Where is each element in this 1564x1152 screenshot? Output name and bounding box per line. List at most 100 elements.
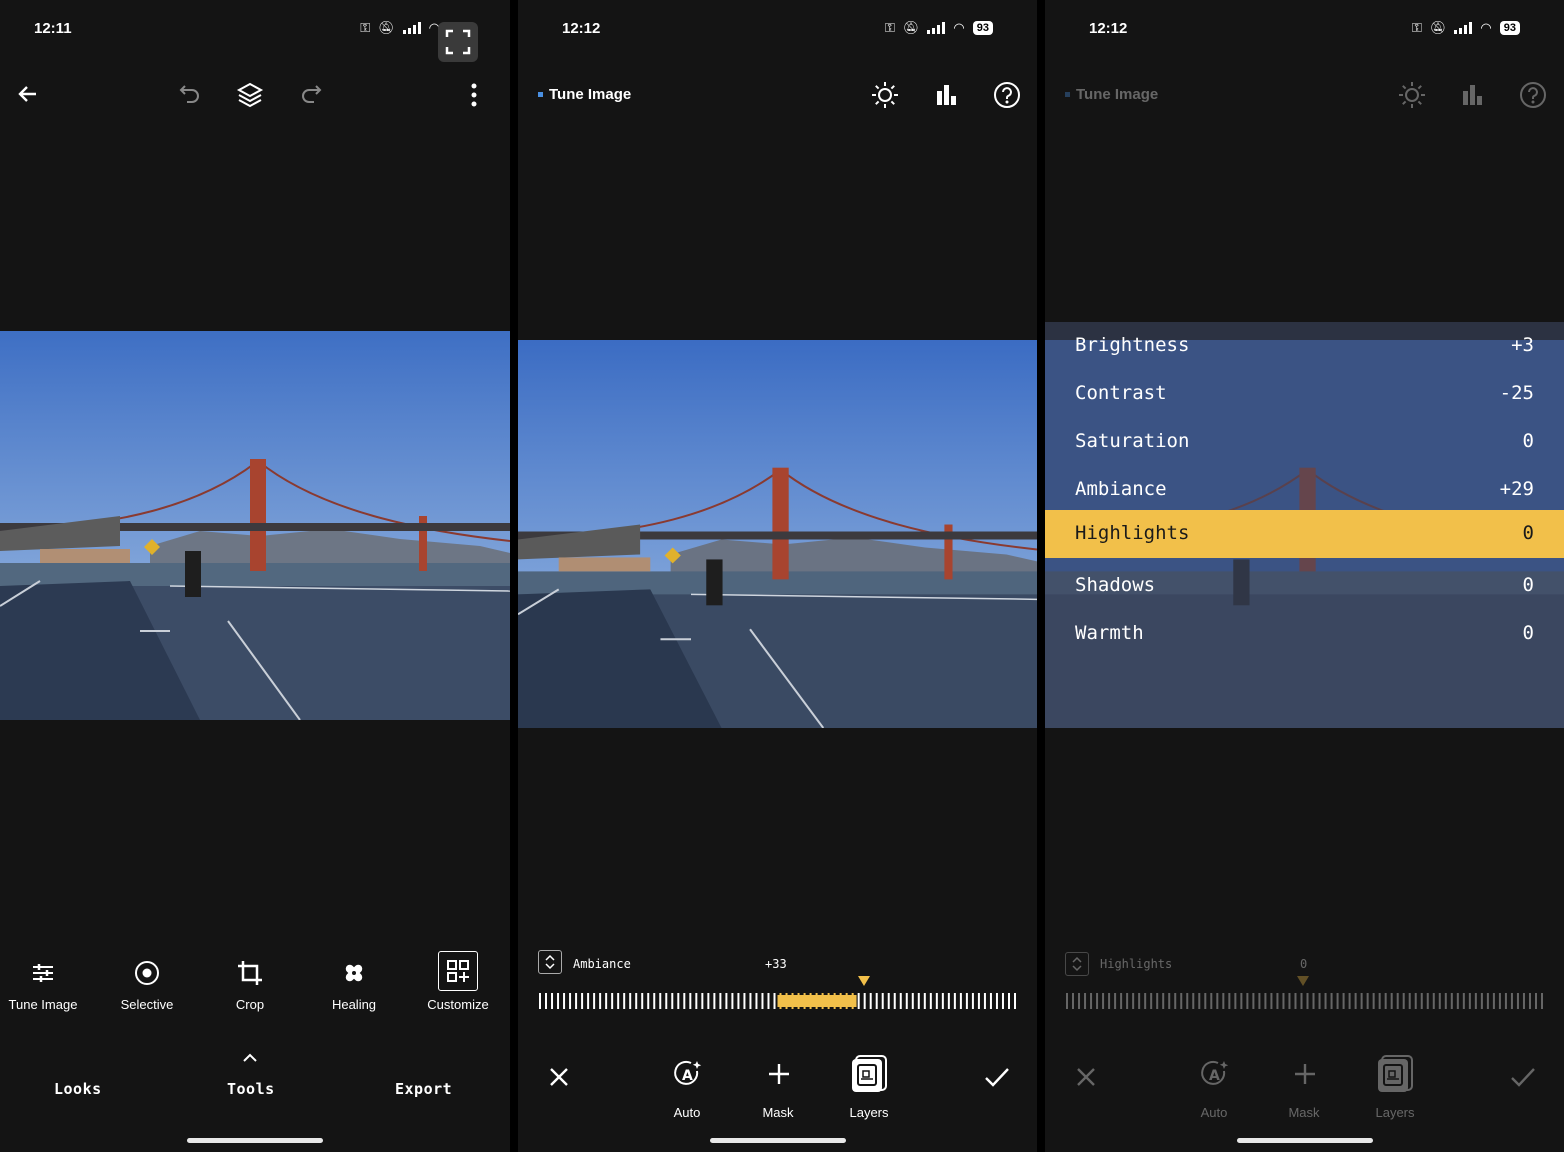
title-dot <box>1065 92 1070 97</box>
tune-image-screen: 12:12 ⚿ 🔕︎ ◠ 93 Tune Image Ambiance +33 … <box>518 0 1037 1152</box>
action-label: Layers <box>1375 1105 1415 1120</box>
action-label: Auto <box>673 1105 701 1120</box>
slider-track[interactable] <box>538 992 1017 1010</box>
auto-icon: A <box>1199 1058 1231 1090</box>
menu-item-value: -25 <box>1499 382 1534 404</box>
editor-screen: 12:11 ⚿ 🔕︎ ◠ Tune Image Selective Crop H… <box>0 0 510 1152</box>
close-icon[interactable] <box>1071 1062 1101 1092</box>
slider-ticks <box>1066 993 1543 1009</box>
signal-icon <box>402 22 421 34</box>
menu-item-label: Shadows <box>1075 574 1156 596</box>
tool-title: Tune Image <box>1065 86 1158 103</box>
brightness-icon[interactable] <box>870 80 900 110</box>
action-label: Auto <box>1200 1105 1228 1120</box>
tool-label: Crop <box>235 997 265 1012</box>
brightness-icon[interactable] <box>1397 80 1427 110</box>
help-icon[interactable] <box>1518 80 1548 110</box>
status-time: 12:12 <box>562 20 601 37</box>
close-icon[interactable] <box>544 1062 574 1092</box>
menu-item-highlights[interactable]: Highlights 0 <box>1045 510 1564 558</box>
auto-icon: A <box>672 1058 704 1090</box>
tool-title-text: Tune Image <box>1076 86 1159 103</box>
status-time: 12:12 <box>1089 20 1128 37</box>
svg-text:A: A <box>682 1068 693 1084</box>
status-icons: ⚿ 🔕︎ ◠ 93 <box>1412 20 1520 36</box>
menu-item-label: Warmth <box>1075 622 1144 644</box>
bandage-icon <box>340 959 368 987</box>
sliders-icon <box>29 959 57 987</box>
bridge-photo <box>0 331 510 720</box>
home-indicator <box>709 1138 846 1143</box>
undo-icon[interactable] <box>176 80 204 108</box>
menu-item-value: 0 <box>1522 622 1534 644</box>
menu-item-warmth[interactable]: Warmth 0 <box>1045 610 1564 658</box>
bridge-photo <box>518 340 1037 728</box>
action-bar: A Auto Mask Layers <box>1045 1050 1564 1130</box>
tab-looks[interactable]: Looks <box>54 1080 102 1098</box>
back-arrow-icon[interactable] <box>12 78 44 110</box>
home-indicator <box>187 1138 323 1143</box>
wifi-icon: ◠ <box>953 20 965 35</box>
home-indicator <box>1236 1138 1373 1143</box>
menu-item-label: Ambiance <box>1075 478 1167 500</box>
slider-marker-icon <box>858 976 870 986</box>
layers-icon[interactable] <box>235 80 265 110</box>
layers-stack-icon <box>849 1054 889 1094</box>
menu-item-value: 0 <box>1522 430 1534 452</box>
slider-label: Ambiance <box>573 957 631 971</box>
signal-icon <box>927 22 946 34</box>
menu-item-value: 0 <box>1522 522 1534 544</box>
action-label: Mask <box>1288 1105 1320 1120</box>
fullscreen-icon[interactable] <box>438 22 478 62</box>
adjust-slider[interactable]: Highlights 0 <box>1065 950 1544 1020</box>
tool-label: Selective <box>120 997 174 1012</box>
menu-item-label: Brightness <box>1075 334 1190 356</box>
title-dot <box>538 92 543 97</box>
menu-item-label: Highlights <box>1075 522 1190 544</box>
menu-item-brightness[interactable]: Brightness +3 <box>1045 322 1564 370</box>
signal-icon <box>1454 22 1473 34</box>
status-time: 12:11 <box>34 20 72 37</box>
adjust-slider[interactable]: Ambiance +33 <box>538 950 1017 1020</box>
tab-tools[interactable]: Tools <box>227 1080 275 1098</box>
tool-title-text: Tune Image <box>549 86 632 103</box>
help-icon[interactable] <box>992 80 1022 110</box>
menu-item-ambiance[interactable]: Ambiance +29 <box>1045 466 1564 514</box>
slider-track[interactable] <box>1065 992 1544 1010</box>
menu-item-contrast[interactable]: Contrast -25 <box>1045 370 1564 418</box>
key-icon: ⚿ <box>1411 20 1422 35</box>
tune-menu-screen: 12:12 ⚿ 🔕︎ ◠ 93 Tune Image Brightness +3… <box>1045 0 1564 1152</box>
check-icon[interactable] <box>982 1062 1012 1092</box>
action-label: Layers <box>849 1105 889 1120</box>
plus-icon <box>1289 1058 1321 1090</box>
tool-label: Tune Image <box>8 997 78 1012</box>
slider-value: 0 <box>1300 957 1308 971</box>
expand-collapse-icon[interactable] <box>1065 952 1089 976</box>
mute-icon: 🔕︎ <box>1429 20 1447 35</box>
slider-value: +33 <box>765 957 787 971</box>
tab-export[interactable]: Export <box>395 1080 452 1098</box>
grid-add-icon <box>438 951 478 991</box>
redo-icon[interactable] <box>297 80 325 108</box>
action-bar: A Auto Mask Layers <box>518 1050 1037 1130</box>
key-icon: ⚿ <box>360 20 371 35</box>
status-bar: 12:12 ⚿ 🔕︎ ◠ 93 <box>518 0 1037 60</box>
status-bar: 12:12 ⚿ 🔕︎ ◠ 93 <box>1045 0 1564 60</box>
crop-icon <box>236 959 264 987</box>
menu-item-saturation[interactable]: Saturation 0 <box>1045 418 1564 466</box>
status-bar: 12:11 ⚿ 🔕︎ ◠ <box>0 0 510 62</box>
histogram-icon[interactable] <box>932 80 962 110</box>
tune-adjust-menu: Brightness +3 Contrast -25 Saturation 0 … <box>1045 322 1564 728</box>
menu-item-shadows[interactable]: Shadows 0 <box>1045 562 1564 610</box>
menu-item-value: +3 <box>1511 334 1534 356</box>
chevron-up-icon[interactable] <box>240 1050 260 1066</box>
expand-collapse-icon[interactable] <box>538 950 562 974</box>
slider-ticks <box>539 993 1016 1009</box>
action-label: Mask <box>762 1105 794 1120</box>
menu-item-label: Saturation <box>1075 430 1190 452</box>
mute-icon: 🔕︎ <box>378 20 395 35</box>
histogram-icon[interactable] <box>1458 80 1488 110</box>
check-icon[interactable] <box>1508 1062 1538 1092</box>
more-vert-icon[interactable] <box>462 80 486 110</box>
plus-icon <box>763 1058 795 1090</box>
